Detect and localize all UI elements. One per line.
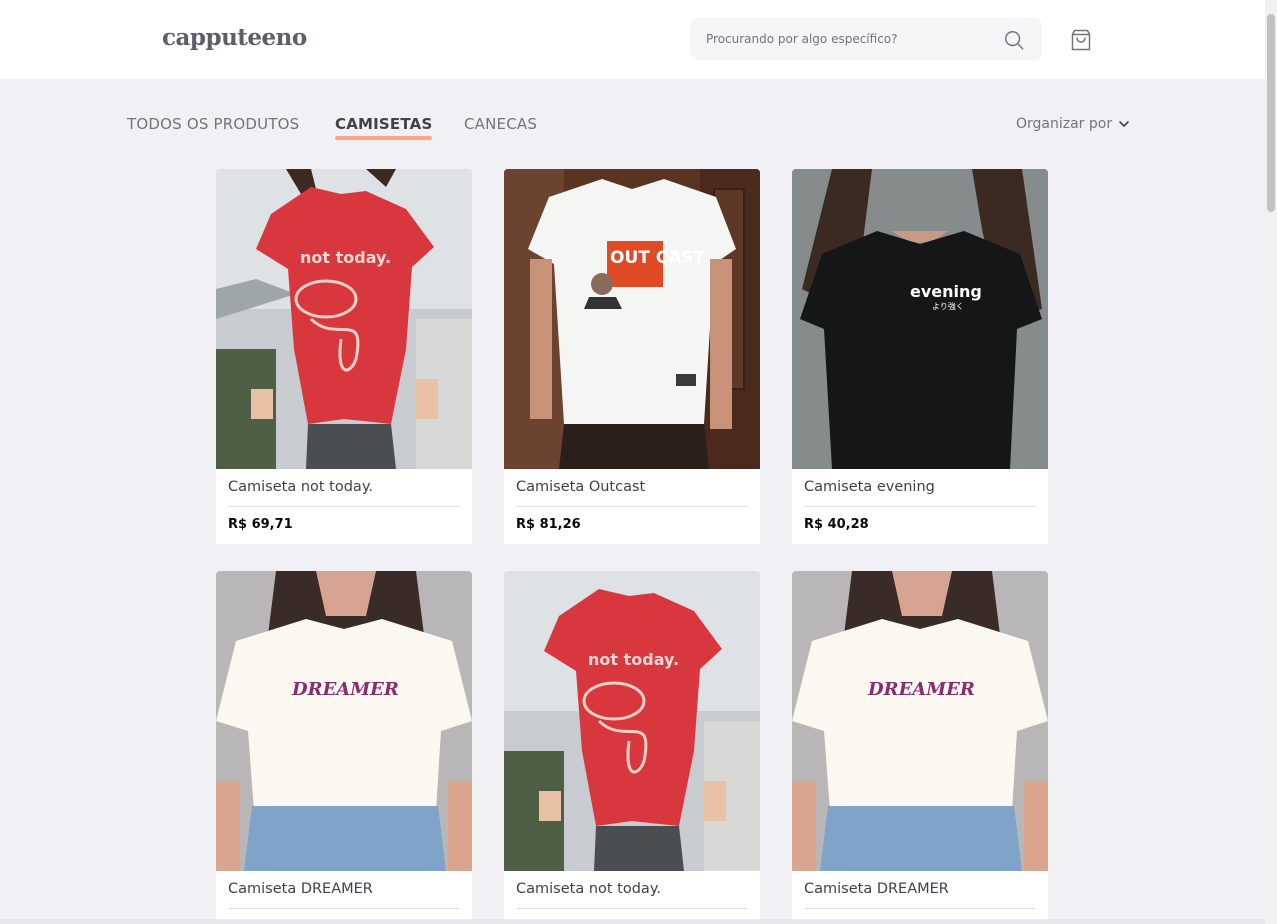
divider <box>804 506 1036 507</box>
product-name[interactable]: Camiseta not today. <box>228 479 373 495</box>
tab-t-shirts[interactable]: CAMISETAS <box>335 115 433 140</box>
product-image[interactable]: OUT CAST <box>504 169 760 469</box>
product-name[interactable]: Camiseta not today. <box>516 881 661 897</box>
tab-all-products[interactable]: TODOS OS PRODUTOS <box>127 115 299 133</box>
product-card[interactable]: not today. Camiseta not today. <box>504 571 760 924</box>
product-price: R$ 81,26 <box>516 517 581 532</box>
shirt-print-text: DREAMER <box>291 679 399 700</box>
shirt-print-text: not today. <box>588 650 679 669</box>
divider <box>228 506 460 507</box>
search-bar[interactable] <box>690 18 1042 60</box>
product-card[interactable]: OUT CAST Camiseta Outcast R$ 81,26 <box>504 169 760 544</box>
product-name[interactable]: Camiseta evening <box>804 479 935 495</box>
shirt-print-text: not today. <box>300 248 391 267</box>
divider <box>516 908 748 909</box>
product-price: R$ 69,71 <box>228 517 293 532</box>
product-card[interactable]: evening より強く Camiseta evening R$ 40,28 <box>792 169 1048 544</box>
shirt-print-text: DREAMER <box>867 679 975 700</box>
divider <box>228 908 460 909</box>
product-image[interactable]: not today. <box>216 169 472 469</box>
product-card[interactable]: DREAMER Camiseta DREAMER <box>216 571 472 924</box>
product-card[interactable]: not today. Camiseta not today. R$ 69,71 <box>216 169 472 544</box>
search-input[interactable] <box>690 18 990 60</box>
shirt-print-subtext: より強く <box>932 301 964 311</box>
product-name[interactable]: Camiseta DREAMER <box>804 881 949 897</box>
product-image[interactable]: evening より強く <box>792 169 1048 469</box>
shirt-print-text: OUT CAST <box>610 248 706 268</box>
product-image[interactable]: DREAMER <box>792 571 1048 871</box>
shopping-bag-icon[interactable] <box>1069 28 1093 52</box>
sort-dropdown[interactable]: Organizar por <box>1016 116 1112 132</box>
site-header: capputeeno <box>0 0 1265 79</box>
divider <box>804 908 1036 909</box>
product-image[interactable]: DREAMER <box>216 571 472 871</box>
shirt-print-text: evening <box>910 282 982 301</box>
horizontal-scrollbar[interactable] <box>0 919 1265 924</box>
divider <box>516 506 748 507</box>
logo[interactable]: capputeeno <box>162 24 307 51</box>
chevron-down-icon[interactable] <box>1117 117 1131 131</box>
search-icon[interactable] <box>1003 29 1025 51</box>
product-image[interactable]: not today. <box>504 571 760 871</box>
vertical-scrollbar[interactable] <box>1265 0 1277 924</box>
product-card[interactable]: DREAMER Camiseta DREAMER <box>792 571 1048 924</box>
scrollbar-thumb[interactable] <box>1267 14 1275 212</box>
product-name[interactable]: Camiseta DREAMER <box>228 881 373 897</box>
product-name[interactable]: Camiseta Outcast <box>516 479 645 495</box>
tab-mugs[interactable]: CANECAS <box>464 115 537 133</box>
product-price: R$ 40,28 <box>804 517 869 532</box>
